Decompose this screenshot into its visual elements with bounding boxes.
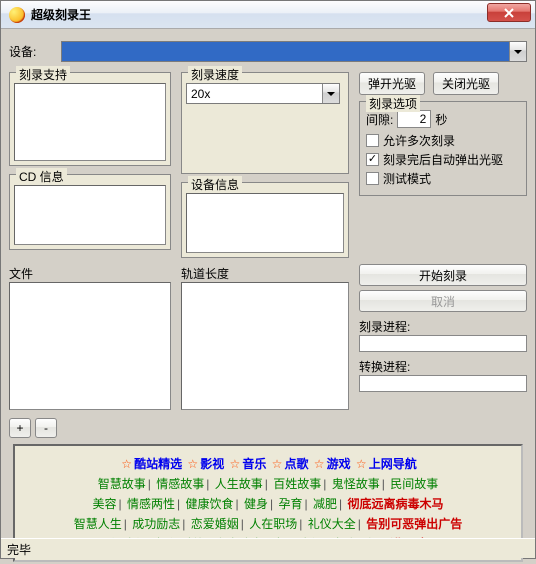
nav-link[interactable]: 点歌 — [284, 457, 308, 471]
nav-link[interactable]: 百姓故事 — [273, 477, 321, 491]
nav-link[interactable]: 民间故事 — [390, 477, 438, 491]
cd-info-caption: CD 信息 — [16, 168, 67, 185]
device-info-caption: 设备信息 — [188, 176, 242, 193]
nav-row-2: 智慧故事| 情感故事| 人生故事| 百姓故事| 鬼怪故事| 民间故事 — [21, 474, 515, 494]
eject-button[interactable]: 弹开光驱 — [359, 72, 425, 95]
nav-row-3: 美容| 情感两性| 健康饮食| 健身| 孕育| 减肥| 彻底远离病毒木马 — [21, 494, 515, 514]
burn-progress-bar — [359, 335, 527, 352]
nav-link[interactable]: 影视 — [200, 457, 224, 471]
gap-input[interactable] — [397, 110, 431, 128]
nav-link[interactable]: 成功励志 — [132, 517, 180, 531]
nav-link[interactable]: 恋爱婚姻 — [191, 517, 239, 531]
cd-info-list[interactable] — [14, 185, 166, 245]
burn-options-group: 刻录选项 间隙: 秒 允许多次刻录 刻录完后自动弹出光驱 测试模式 — [359, 101, 527, 196]
status-bar: 完毕 — [1, 538, 535, 558]
nav-link[interactable]: 孕育 — [278, 497, 302, 511]
nav-link[interactable]: 人在职场 — [249, 517, 297, 531]
burn-progress-label: 刻录进程: — [359, 318, 527, 335]
cancel-button: 取消 — [359, 290, 527, 312]
nav-link[interactable]: 智慧故事 — [98, 477, 146, 491]
nav-link[interactable]: 健身 — [244, 497, 268, 511]
track-list[interactable] — [181, 282, 349, 410]
nav-link-special[interactable]: 彻底远离病毒木马 — [347, 497, 443, 511]
remove-button[interactable]: - — [35, 418, 57, 438]
nav-row-4: 智慧人生| 成功励志| 恋爱婚姻| 人在职场| 礼仪大全| 告别可恶弹出广告 — [21, 514, 515, 534]
nav-link[interactable]: 上网导航 — [369, 457, 417, 471]
gap-unit: 秒 — [435, 111, 447, 128]
burn-options-caption: 刻录选项 — [366, 95, 420, 112]
chevron-down-icon — [509, 42, 526, 61]
device-combo[interactable] — [61, 41, 527, 62]
nav-link[interactable]: 情感故事 — [156, 477, 204, 491]
convert-progress-bar — [359, 375, 527, 392]
nav-link[interactable]: 音乐 — [242, 457, 266, 471]
window-title: 超级刻录王 — [31, 6, 91, 23]
nav-link[interactable]: 游戏 — [327, 457, 351, 471]
start-burn-button[interactable]: 开始刻录 — [359, 264, 527, 286]
nav-link[interactable]: 健康饮食 — [186, 497, 234, 511]
test-mode-checkbox[interactable]: 测试模式 — [366, 170, 520, 187]
close-button[interactable] — [487, 3, 531, 22]
burn-support-group: 刻录支持 — [9, 72, 171, 166]
app-icon — [9, 7, 25, 23]
nav-link[interactable]: 酷站精选 — [134, 457, 182, 471]
device-label: 设备: — [9, 43, 61, 60]
nav-link[interactable]: 人生故事 — [215, 477, 263, 491]
nav-link[interactable]: 减肥 — [313, 497, 337, 511]
auto-eject-checkbox[interactable]: 刻录完后自动弹出光驱 — [366, 151, 520, 168]
file-header: 文件 — [9, 264, 171, 282]
title-bar: 超级刻录王 — [1, 1, 535, 29]
burn-speed-group: 刻录速度 20x — [181, 72, 349, 174]
speed-select[interactable]: 20x — [186, 83, 340, 104]
nav-link[interactable]: 鬼怪故事 — [332, 477, 380, 491]
nav-link[interactable]: 智慧人生 — [74, 517, 122, 531]
speed-value: 20x — [191, 87, 210, 101]
add-button[interactable]: + — [9, 418, 31, 438]
nav-link-special[interactable]: 告别可恶弹出广告 — [366, 517, 462, 531]
burn-speed-caption: 刻录速度 — [188, 66, 242, 83]
chevron-down-icon — [322, 84, 339, 103]
nav-link[interactable]: 情感两性 — [127, 497, 175, 511]
burn-support-list[interactable] — [14, 83, 166, 161]
cd-info-group: CD 信息 — [9, 174, 171, 250]
file-list[interactable] — [9, 282, 171, 410]
track-header: 轨道长度 — [181, 264, 349, 282]
convert-progress-label: 转换进程: — [359, 358, 527, 375]
burn-support-caption: 刻录支持 — [16, 66, 70, 83]
nav-top-row: ☆酷站精选 ☆影视 ☆音乐 ☆点歌 ☆游戏 ☆上网导航 — [21, 454, 515, 474]
device-info-list[interactable] — [186, 193, 344, 253]
device-info-group: 设备信息 — [181, 182, 349, 258]
close-tray-button[interactable]: 关闭光驱 — [433, 72, 499, 95]
multi-burn-checkbox[interactable]: 允许多次刻录 — [366, 132, 520, 149]
gap-label: 间隙: — [366, 111, 393, 128]
close-icon — [504, 8, 514, 18]
nav-link[interactable]: 礼仪大全 — [308, 517, 356, 531]
nav-link[interactable]: 美容 — [93, 497, 117, 511]
